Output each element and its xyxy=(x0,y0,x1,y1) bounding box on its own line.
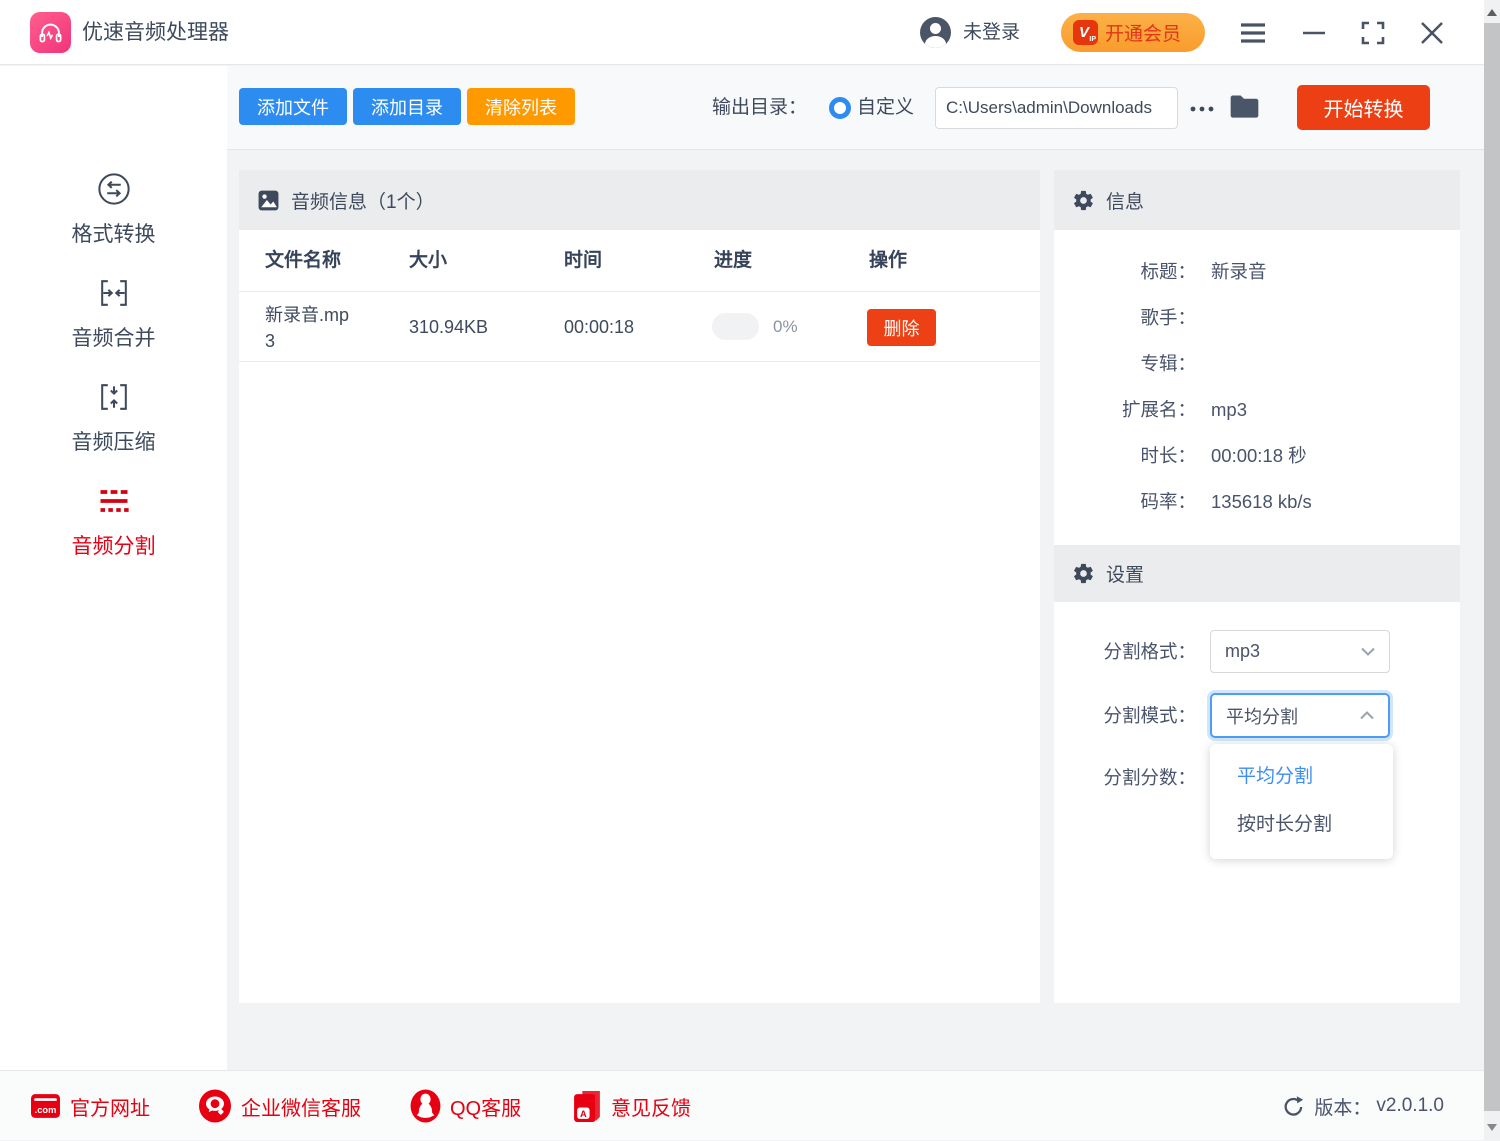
scrollbar-thumb[interactable] xyxy=(1484,23,1500,1111)
info-field-album: 专辑： xyxy=(1054,349,1460,379)
qq-penguin-icon xyxy=(410,1089,441,1123)
settings-header: 设置 xyxy=(1054,545,1460,602)
sidebar-item-audio-merge[interactable]: 音频合并 xyxy=(0,275,227,352)
app-title: 优速音频处理器 xyxy=(82,0,229,65)
open-folder-button[interactable] xyxy=(1229,92,1260,123)
delete-button[interactable]: 删除 xyxy=(867,309,936,346)
col-progress: 进度 xyxy=(714,230,752,292)
scroll-up-arrow-icon[interactable] xyxy=(1487,9,1497,16)
start-convert-button[interactable]: 开始转换 xyxy=(1297,85,1430,130)
sidebar-item-audio-compress[interactable]: 音频压缩 xyxy=(0,379,227,456)
split-mode-select[interactable]: 平均分割 xyxy=(1210,693,1390,738)
wecom-support-link[interactable]: 企业微信客服 xyxy=(198,1071,361,1141)
progress-percent: 0% xyxy=(773,292,798,362)
right-panel: 信息 标题：新录音 歌手： 专辑： 扩展名：mp3 时长：00:00:18 秒 … xyxy=(1054,170,1460,1003)
vip-icon: V IP xyxy=(1073,20,1098,45)
add-file-button[interactable]: 添加文件 xyxy=(239,88,347,125)
chevron-up-icon xyxy=(1360,711,1374,720)
menu-button[interactable] xyxy=(1233,0,1273,65)
svg-text:.com: .com xyxy=(35,1105,57,1115)
close-icon xyxy=(1420,21,1444,45)
custom-output-radio[interactable] xyxy=(829,97,851,119)
close-button[interactable] xyxy=(1412,0,1452,65)
qq-support-link[interactable]: QQ客服 xyxy=(410,1071,521,1141)
file-size: 310.94KB xyxy=(409,292,488,362)
minimize-icon xyxy=(1302,31,1326,35)
vertical-scrollbar[interactable] xyxy=(1484,0,1500,1140)
maximize-icon xyxy=(1361,21,1385,45)
headphones-icon xyxy=(37,19,64,46)
info-field-bitrate: 码率：135618 kb/s xyxy=(1054,487,1460,517)
audio-info-panel: 音频信息（1个） 文件名称 大小 时间 进度 操作 新录音.mp3 310.94… xyxy=(239,170,1040,1003)
info-field-extension: 扩展名：mp3 xyxy=(1054,395,1460,425)
user-avatar-icon[interactable] xyxy=(920,17,951,48)
audio-split-icon xyxy=(96,483,132,519)
info-field-title: 标题：新录音 xyxy=(1054,257,1460,287)
vip-button-label: 开通会员 xyxy=(1105,19,1181,46)
chevron-down-icon xyxy=(1361,647,1375,656)
sidebar-item-audio-split[interactable]: 音频分割 xyxy=(0,483,227,560)
output-path-input[interactable] xyxy=(935,87,1178,129)
table-row: 新录音.mp3 310.94KB 00:00:18 0% 删除 xyxy=(239,292,1040,362)
footer: .com 官方网址 企业微信客服 QQ客服 A 意见反馈 xyxy=(0,1070,1484,1140)
gear-icon xyxy=(1072,562,1095,585)
open-vip-button[interactable]: V IP 开通会员 xyxy=(1061,13,1205,52)
version-label: 版本： xyxy=(1314,1093,1371,1120)
col-size: 大小 xyxy=(409,230,447,292)
feedback-link[interactable]: A 意见反馈 xyxy=(573,1071,691,1141)
toolbar: 添加文件 添加目录 清除列表 输出目录： 自定义 开始转换 xyxy=(227,66,1484,150)
folder-icon xyxy=(1229,92,1260,120)
official-site-link[interactable]: .com 官方网址 xyxy=(30,1071,150,1141)
browse-more-button[interactable] xyxy=(1185,92,1219,124)
file-duration: 00:00:18 xyxy=(564,292,634,362)
file-name: 新录音.mp3 xyxy=(265,302,349,354)
sidebar-item-format-convert[interactable]: 格式转换 xyxy=(0,171,227,248)
format-convert-icon xyxy=(96,171,132,207)
output-dir-label: 输出目录： xyxy=(712,66,807,150)
version-info: 版本：v2.0.1.0 xyxy=(1282,1071,1444,1141)
split-mode-label: 分割模式： xyxy=(1054,702,1196,728)
info-header: 信息 xyxy=(1054,170,1460,230)
scroll-down-arrow-icon[interactable] xyxy=(1487,1124,1497,1131)
version-value: v2.0.1.0 xyxy=(1376,1095,1444,1117)
add-folder-button[interactable]: 添加目录 xyxy=(353,88,461,125)
split-format-label: 分割格式： xyxy=(1054,638,1196,664)
table-header-row: 文件名称 大小 时间 进度 操作 xyxy=(239,230,1040,292)
title-bar: 优速音频处理器 未登录 V IP 开通会员 xyxy=(0,0,1484,65)
ellipsis-icon xyxy=(1189,105,1215,113)
info-field-duration: 时长：00:00:18 秒 xyxy=(1054,441,1460,471)
progress-bar xyxy=(712,313,759,340)
split-mode-dropdown: 平均分割 按时长分割 xyxy=(1210,744,1393,859)
maximize-button[interactable] xyxy=(1353,0,1393,65)
dropdown-option-by-duration[interactable]: 按时长分割 xyxy=(1210,801,1393,849)
audio-info-header: 音频信息（1个） xyxy=(239,170,1040,230)
audio-compress-icon xyxy=(96,379,132,415)
hamburger-icon xyxy=(1239,22,1267,44)
custom-radio-label[interactable]: 自定义 xyxy=(857,66,914,150)
split-count-label: 分割分数： xyxy=(1054,764,1196,790)
info-title: 信息 xyxy=(1106,187,1144,214)
refresh-icon[interactable] xyxy=(1282,1095,1305,1118)
minimize-button[interactable] xyxy=(1294,0,1334,65)
clear-list-button[interactable]: 清除列表 xyxy=(467,88,575,125)
dotcom-site-icon: .com xyxy=(30,1092,61,1120)
login-status[interactable]: 未登录 xyxy=(963,0,1020,65)
split-format-select[interactable]: mp3 xyxy=(1210,630,1390,673)
col-filename: 文件名称 xyxy=(265,230,341,292)
app-logo xyxy=(30,12,71,53)
info-field-artist: 歌手： xyxy=(1054,303,1460,333)
feedback-doc-icon: A xyxy=(573,1090,602,1123)
audio-info-title: 音频信息（1个） xyxy=(291,187,435,214)
col-time: 时间 xyxy=(564,230,602,292)
svg-text:A: A xyxy=(580,1108,587,1118)
col-action: 操作 xyxy=(869,230,907,292)
dropdown-option-average[interactable]: 平均分割 xyxy=(1210,753,1393,801)
audio-merge-icon xyxy=(96,275,132,311)
media-image-icon xyxy=(257,189,280,212)
gear-icon xyxy=(1072,189,1095,212)
sidebar: 格式转换 音频合并 音频压缩 音频分割 xyxy=(0,66,227,1070)
wecom-chat-icon xyxy=(198,1089,232,1123)
settings-title: 设置 xyxy=(1106,560,1144,587)
